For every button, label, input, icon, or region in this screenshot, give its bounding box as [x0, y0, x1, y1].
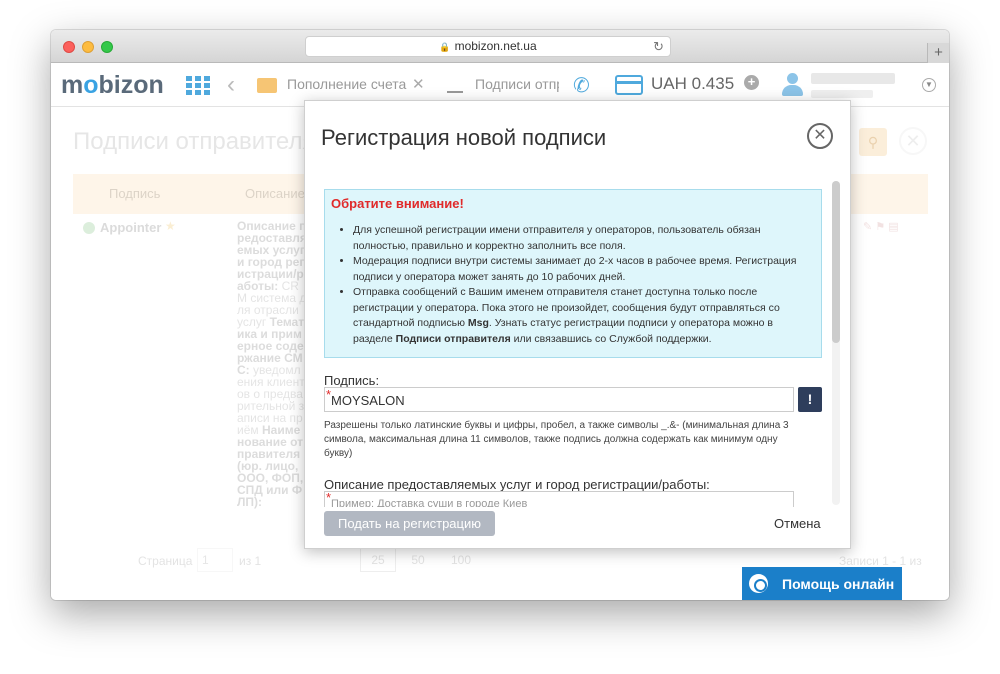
chevron-down-icon[interactable]: ▼	[922, 78, 936, 92]
user-name-blurred[interactable]	[811, 71, 911, 101]
address-bar[interactable]: 🔒 mobizon.net.ua ↻	[305, 36, 671, 57]
modal-scrollbar[interactable]	[832, 181, 840, 505]
cancel-button[interactable]: Отмена	[774, 516, 821, 531]
browser-window: 🔒 mobizon.net.ua ↻ + mobizon ‹ Пополнение…	[51, 30, 949, 600]
notice-item: Отправка сообщений с Вашим именем отправ…	[353, 285, 815, 347]
phone-icon[interactable]: ✆	[573, 73, 590, 98]
notice-item: Для успешной регистрации имени отправите…	[353, 223, 815, 254]
required-marker: *	[326, 490, 332, 505]
notice-list: Для успешной регистрации имени отправите…	[331, 223, 815, 347]
maximize-window-button[interactable]	[101, 41, 113, 53]
register-signature-modal: Регистрация новой подписи ✕ Обратите вни…	[304, 100, 851, 549]
notice-item: Модерация подписи внутри системы занимае…	[353, 254, 815, 285]
notice-title: Обратите внимание!	[331, 196, 464, 211]
signature-hint: Разрешены только латинские буквы и цифры…	[324, 420, 789, 459]
required-marker: *	[326, 387, 332, 402]
notice-box: Обратите внимание! Для успешной регистра…	[324, 189, 822, 358]
warning-icon[interactable]: !	[798, 387, 822, 412]
description-input[interactable]: Пример: Доставка суши в городе Киев	[324, 491, 794, 507]
logo[interactable]: mobizon	[61, 71, 164, 100]
help-online-button[interactable]: Помощь онлайн	[742, 567, 902, 600]
modal-title: Регистрация новой подписи	[321, 125, 607, 150]
balance: UAH 0.435	[651, 74, 735, 93]
close-icon[interactable]: ✕	[807, 123, 833, 149]
signatures-link[interactable]: Подписи отправителя	[396, 333, 511, 345]
add-balance-icon[interactable]: +	[744, 75, 759, 90]
minimize-window-button[interactable]	[82, 41, 94, 53]
apps-grid-icon[interactable]	[186, 76, 212, 96]
description-label: Описание предоставляемых услуг и город р…	[324, 477, 710, 492]
signature-label: Подпись:	[324, 373, 380, 388]
signature-input[interactable]: MOYSALON	[324, 387, 794, 412]
reload-icon[interactable]: ↻	[653, 37, 664, 56]
edit-icon	[447, 77, 463, 94]
help-online-label: Помощь онлайн	[782, 576, 895, 592]
modal-body: Обратите внимание! Для успешной регистра…	[324, 189, 822, 507]
chat-icon	[749, 574, 768, 593]
url-text: mobizon.net.ua	[454, 39, 537, 53]
avatar[interactable]	[781, 73, 803, 97]
tab-topup[interactable]: Пополнение счета	[257, 76, 406, 93]
close-window-button[interactable]	[63, 41, 75, 53]
lock-icon: 🔒	[439, 42, 451, 52]
tab-signatures[interactable]: Подписи отправителя	[447, 76, 559, 94]
wallet-icon	[257, 77, 277, 93]
submit-registration-button[interactable]: Подать на регистрацию	[324, 511, 495, 536]
credit-card-icon[interactable]	[615, 75, 643, 95]
new-tab-button[interactable]: +	[927, 43, 949, 63]
browser-titlebar: 🔒 mobizon.net.ua ↻ +	[51, 30, 949, 63]
close-tab-icon[interactable]: ✕	[412, 75, 425, 93]
chevron-left-icon[interactable]: ‹	[227, 71, 235, 99]
